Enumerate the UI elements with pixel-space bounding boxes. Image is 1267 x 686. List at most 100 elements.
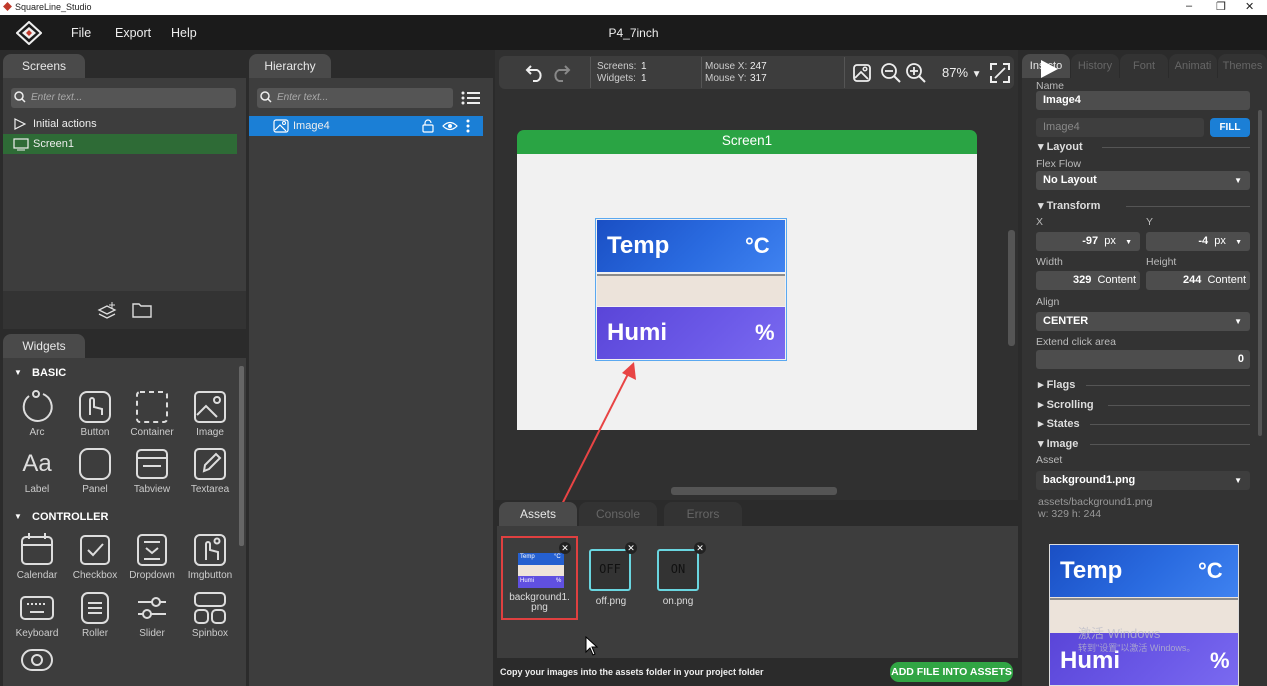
transform-section-header[interactable]: ▾ Transform bbox=[1038, 199, 1250, 212]
id-input[interactable]: Image4 bbox=[1036, 118, 1204, 137]
flex-flow-dropdown[interactable]: No Layout ▼ bbox=[1036, 171, 1250, 190]
windows-watermark-title: 激活 Windows bbox=[1078, 626, 1161, 641]
tab-font[interactable]: Font bbox=[1120, 54, 1168, 78]
widget-spinbox[interactable]: Spinbox bbox=[181, 588, 239, 639]
minimize-button[interactable]: – bbox=[1186, 0, 1192, 12]
section-line bbox=[1086, 385, 1250, 386]
add-screen-icon[interactable] bbox=[97, 301, 117, 319]
fullscreen-icon[interactable] bbox=[989, 62, 1011, 84]
asset-dropdown[interactable]: background1.png ▼ bbox=[1036, 471, 1250, 490]
name-input[interactable]: Image4 bbox=[1036, 91, 1250, 110]
widget-panel[interactable]: Panel bbox=[66, 444, 124, 495]
states-section-header[interactable]: ▸ States bbox=[1038, 417, 1250, 430]
widget-container[interactable]: Container bbox=[123, 387, 181, 438]
widget-switch[interactable] bbox=[17, 648, 57, 672]
height-input[interactable]: 244 Content bbox=[1146, 271, 1250, 290]
tab-themes[interactable]: Themes bbox=[1218, 54, 1267, 78]
screens-search-input[interactable]: Enter text... bbox=[11, 88, 236, 108]
screen-header[interactable]: Screen1 bbox=[517, 130, 977, 154]
zoom-out-icon[interactable] bbox=[880, 62, 902, 84]
maximize-button[interactable]: ❐ bbox=[1216, 0, 1226, 13]
widget-label: Checkbox bbox=[72, 570, 118, 581]
y-input[interactable]: -4 px ▼ bbox=[1146, 232, 1250, 251]
asset-off[interactable]: OFF off.png ✕ bbox=[587, 538, 637, 618]
preview-temp-unit: °C bbox=[1198, 558, 1223, 583]
extend-click-input[interactable]: 0 bbox=[1036, 350, 1250, 369]
widget-arc[interactable]: Arc bbox=[8, 387, 66, 438]
flags-section-header[interactable]: ▸ Flags bbox=[1038, 378, 1250, 391]
widget-label: Image bbox=[196, 427, 224, 438]
unit-dropdown-icon[interactable]: ▼ bbox=[1235, 239, 1242, 246]
hierarchy-search-input[interactable]: Enter text... bbox=[257, 88, 453, 108]
windows-watermark-text: 转到"设置"以激活 Windows。 bbox=[1078, 643, 1196, 653]
x-unit: px bbox=[1104, 235, 1116, 247]
play-icon[interactable] bbox=[1038, 58, 1060, 80]
undo-icon[interactable] bbox=[525, 62, 547, 82]
tab-assets[interactable]: Assets bbox=[499, 502, 577, 526]
tab-errors[interactable]: Errors bbox=[664, 502, 742, 526]
widget-tabview[interactable]: Tabview bbox=[123, 444, 181, 495]
folder-icon[interactable] bbox=[132, 302, 152, 318]
list-options-icon[interactable] bbox=[461, 90, 481, 106]
preview-temp-label: Temp bbox=[1060, 557, 1123, 584]
layout-section-header[interactable]: ▾ Layout bbox=[1038, 140, 1250, 153]
zoom-in-icon[interactable] bbox=[905, 62, 927, 84]
canvas-v-scrollbar[interactable] bbox=[1008, 230, 1015, 346]
screen-item-screen1[interactable]: Screen1 bbox=[3, 134, 237, 154]
widget-image[interactable]: Image bbox=[181, 387, 239, 438]
widget-dropdown[interactable]: Dropdown bbox=[123, 530, 181, 581]
tab-widgets[interactable]: Widgets bbox=[3, 334, 85, 358]
asset-on[interactable]: ON on.png ✕ bbox=[657, 538, 706, 618]
tab-hierarchy[interactable]: Hierarchy bbox=[249, 54, 331, 78]
remove-asset-icon[interactable]: ✕ bbox=[694, 542, 706, 554]
widgets-scrollbar[interactable] bbox=[239, 366, 244, 546]
hierarchy-panel: Hierarchy Enter text... Image4 bbox=[249, 50, 493, 686]
menu-file[interactable]: File bbox=[71, 26, 91, 40]
spinbox-icon bbox=[194, 592, 226, 624]
width-input[interactable]: 329 Content bbox=[1036, 271, 1140, 290]
more-vertical-icon[interactable] bbox=[466, 119, 470, 133]
tab-console[interactable]: Console bbox=[579, 502, 657, 526]
tab-screens[interactable]: Screens bbox=[3, 54, 85, 78]
remove-asset-icon[interactable]: ✕ bbox=[559, 542, 571, 554]
eye-icon[interactable] bbox=[442, 120, 458, 132]
widget-imgbutton[interactable]: Imgbutton bbox=[181, 530, 239, 581]
align-dropdown[interactable]: CENTER ▼ bbox=[1036, 312, 1250, 331]
inspector-scrollbar[interactable] bbox=[1258, 110, 1262, 436]
menu-help[interactable]: Help bbox=[171, 26, 197, 40]
unit-dropdown-icon[interactable]: ▼ bbox=[1125, 239, 1132, 246]
widget-label-item[interactable]: Aa Label bbox=[8, 444, 66, 495]
unlock-icon[interactable] bbox=[421, 119, 435, 133]
widget-checkbox[interactable]: Checkbox bbox=[66, 530, 124, 581]
asset-background1[interactable]: Temp °C Humi % background1. png ✕ bbox=[501, 536, 578, 620]
scrolling-section-header[interactable]: ▸ Scrolling bbox=[1038, 398, 1250, 411]
widget-roller[interactable]: Roller bbox=[66, 588, 124, 639]
fill-button[interactable]: FILL bbox=[1210, 118, 1250, 137]
screen-item-initial-actions[interactable]: Initial actions bbox=[3, 114, 237, 134]
widget-label: Keyboard bbox=[15, 628, 59, 639]
screen-item-label: Screen1 bbox=[33, 138, 74, 150]
thumb-humi-band: Humi % bbox=[518, 576, 564, 588]
widget-button[interactable]: Button bbox=[66, 387, 124, 438]
widget-keyboard[interactable]: Keyboard bbox=[8, 588, 66, 639]
widget-textarea[interactable]: Textarea bbox=[181, 444, 239, 495]
fit-image-icon[interactable] bbox=[852, 63, 872, 83]
image-section-header[interactable]: ▾ Image bbox=[1038, 437, 1250, 450]
widget-calendar[interactable]: Calendar bbox=[8, 530, 66, 581]
hierarchy-item-image4[interactable]: Image4 bbox=[249, 116, 483, 136]
menu-export[interactable]: Export bbox=[115, 26, 151, 40]
canvas-h-scrollbar[interactable] bbox=[671, 487, 837, 495]
remove-asset-icon[interactable]: ✕ bbox=[625, 542, 637, 554]
tab-animation[interactable]: Animati bbox=[1169, 54, 1217, 78]
widget-slider[interactable]: Slider bbox=[123, 588, 181, 639]
section-basic[interactable]: ▼ BASIC bbox=[3, 367, 237, 379]
redo-icon[interactable] bbox=[549, 62, 571, 82]
section-controller[interactable]: ▼ CONTROLLER bbox=[3, 511, 237, 523]
x-input[interactable]: -97 px ▼ bbox=[1036, 232, 1140, 251]
add-file-button[interactable]: ADD FILE INTO ASSETS bbox=[890, 662, 1013, 682]
chevron-down-icon: ▼ bbox=[1234, 476, 1242, 485]
zoom-level-dropdown[interactable]: 87% ▼ bbox=[942, 65, 982, 80]
tab-history[interactable]: History bbox=[1071, 54, 1119, 78]
image4-widget[interactable]: Temp °C Humi % bbox=[595, 218, 787, 361]
close-button[interactable]: ✕ bbox=[1245, 0, 1254, 13]
